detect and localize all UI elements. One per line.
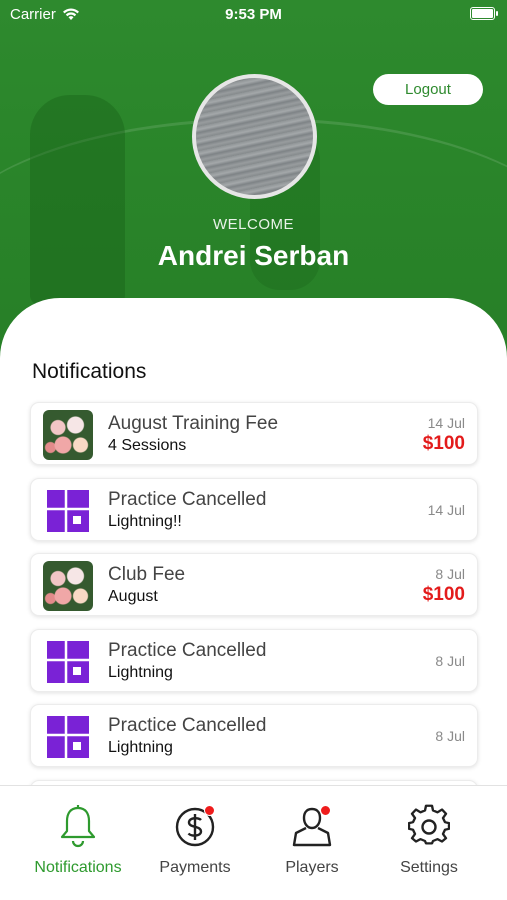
logout-button[interactable]: Logout — [373, 74, 483, 105]
person-icon — [249, 804, 375, 848]
user-name: Andrei Serban — [157, 240, 350, 271]
notification-subtitle: Lightning — [108, 663, 173, 681]
notification-title: Practice Cancelled — [108, 639, 267, 661]
purple-grid-icon — [43, 637, 93, 687]
notification-subtitle: August — [108, 588, 158, 605]
notification-card[interactable]: Practice Cancelled Lightning 8 Jul — [30, 704, 478, 767]
notification-title: Practice Cancelled — [108, 715, 267, 736]
notification-date: 14 Jul — [427, 501, 465, 518]
tab-players[interactable]: Players — [249, 804, 375, 877]
section-title: Notifications — [32, 360, 147, 383]
background-player-silhouette — [30, 95, 125, 305]
tab-label: Payments — [159, 859, 231, 876]
bell-icon — [15, 804, 141, 848]
flowers-thumbnail — [43, 410, 93, 460]
players-badge — [320, 805, 331, 816]
notification-amount: $100 — [422, 433, 465, 454]
notification-card[interactable]: Practice Cancelled Lightning!! 14 Jul — [30, 477, 478, 541]
notification-card[interactable]: August Training Fee 4 Sessions 14 Jul $1… — [30, 402, 478, 465]
welcome-label: WELCOME — [212, 216, 294, 233]
tab-settings[interactable]: Settings — [366, 804, 492, 877]
notification-title: Club Fee — [108, 564, 186, 585]
tab-label: Players — [285, 859, 339, 876]
battery-icon — [470, 7, 498, 20]
notification-amount: $100 — [422, 584, 465, 605]
notification-list: August Training Fee 4 Sessions 14 Jul $1… — [30, 402, 478, 788]
payments-badge — [204, 805, 215, 816]
tab-notifications[interactable]: Notifications — [15, 804, 141, 877]
tab-label: Settings — [400, 859, 458, 876]
flowers-thumbnail — [43, 561, 93, 611]
notification-subtitle: Lightning!! — [108, 512, 182, 530]
notification-date: 14 Jul — [427, 415, 465, 431]
notification-subtitle: 4 Sessions — [108, 437, 187, 454]
avatar[interactable] — [192, 74, 317, 199]
notifications-panel: Notifications August Training Fee 4 Sess… — [0, 298, 507, 788]
tab-payments[interactable]: Payments — [132, 804, 258, 877]
status-bar: Carrier 9:53 PM — [0, 0, 507, 30]
notification-title: Practice Cancelled — [108, 488, 267, 510]
tab-label: Notifications — [34, 859, 122, 876]
purple-grid-icon — [43, 486, 93, 536]
clock: 9:53 PM — [225, 6, 282, 23]
notification-card[interactable]: Club Fee August 8 Jul $100 — [30, 553, 478, 616]
notification-card[interactable]: Practice Cancelled Lightning 8 Jul — [30, 628, 478, 692]
tab-bar: Notifications Payments Players Settings — [0, 785, 507, 900]
notification-date: 8 Jul — [435, 728, 465, 744]
dollar-circle-icon — [132, 804, 258, 848]
purple-grid-icon — [43, 712, 93, 762]
notification-date: 8 Jul — [435, 652, 465, 669]
notification-title: August Training Fee — [108, 413, 279, 434]
notification-subtitle: Lightning — [108, 739, 173, 756]
gear-icon — [366, 804, 492, 848]
notification-date: 8 Jul — [435, 566, 465, 582]
